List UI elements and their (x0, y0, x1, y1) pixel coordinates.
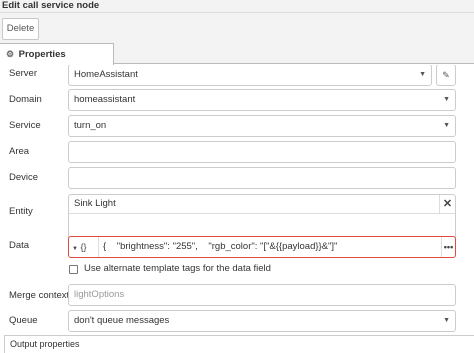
close-icon[interactable]: ✕ (439, 195, 455, 214)
chevron-down-icon: ▼ (419, 71, 426, 78)
entity-chip-label: Sink Light (74, 198, 116, 209)
entity-label: Entity (9, 206, 33, 217)
domain-value: homeassistant (74, 94, 136, 105)
output-properties-label: Output properties (10, 339, 80, 349)
chevron-down-icon: ▼ (443, 96, 450, 103)
domain-select[interactable]: homeassistant ▼ (68, 89, 456, 111)
chevron-down-icon: ▼ (443, 317, 450, 324)
queue-value: don't queue messages (74, 315, 170, 326)
dialog-title: Edit call service node (2, 0, 100, 11)
edit-server-button[interactable]: ✎ (436, 65, 456, 86)
chevron-down-icon: ▼ (443, 122, 450, 129)
dialog-toolbar (0, 13, 474, 43)
title-bar: Edit call service node (0, 0, 474, 13)
service-value: turn_on (74, 120, 107, 131)
properties-form: Server HomeAssistant ▼ ✎ Domain homeassi… (0, 65, 474, 353)
caret-down-icon: ▼ (72, 246, 78, 252)
data-typed-input[interactable]: ▼ {} { "brightness": "255", "rgb_color":… (68, 236, 456, 258)
merge-context-input[interactable]: lightOptions (68, 284, 456, 306)
data-type-selector[interactable]: ▼ {} (69, 237, 99, 257)
queue-select[interactable]: don't queue messages ▼ (68, 310, 456, 332)
merge-context-placeholder: lightOptions (74, 289, 125, 300)
device-label: Device (9, 172, 39, 183)
tab-properties[interactable]: ⚙ Properties (0, 43, 114, 65)
pencil-icon: ✎ (442, 70, 450, 80)
tab-properties-label: Properties (18, 49, 66, 60)
service-label: Service (9, 120, 41, 131)
server-label: Server (9, 68, 37, 79)
data-value[interactable]: { "brightness": "255", "rgb_color": "["&… (103, 237, 337, 257)
service-select[interactable]: turn_on ▼ (68, 115, 456, 137)
json-type-icon: {} (80, 242, 87, 252)
data-label: Data (9, 240, 30, 251)
domain-label: Domain (9, 94, 42, 105)
area-input[interactable] (68, 141, 456, 163)
entity-chip: Sink Light ✕ (69, 195, 455, 214)
alt-tags-label: Use alternate template tags for the data… (84, 263, 271, 274)
merge-context-label: Merge context (9, 290, 70, 301)
server-select[interactable]: HomeAssistant ▼ (68, 65, 432, 86)
delete-button[interactable]: Delete (2, 18, 39, 40)
server-value: HomeAssistant (74, 69, 138, 80)
area-label: Area (9, 146, 30, 157)
queue-label: Queue (9, 315, 38, 326)
gear-icon: ⚙ (6, 49, 15, 59)
output-properties-section[interactable]: Output properties (4, 335, 474, 353)
alt-tags-checkbox[interactable] (69, 265, 78, 274)
expand-editor-button[interactable]: ••• (441, 237, 455, 257)
device-input[interactable] (68, 167, 456, 189)
